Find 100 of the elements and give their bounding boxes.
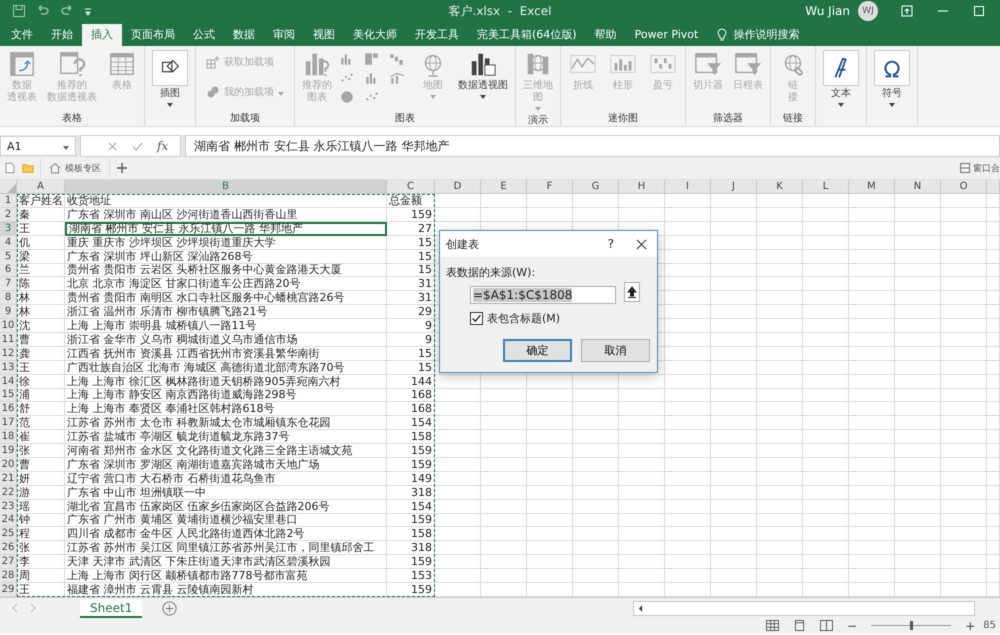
ribbon-tab[interactable]: 文件	[2, 24, 42, 46]
row-header[interactable]: 27	[0, 555, 17, 570]
page-layout-icon[interactable]	[793, 620, 806, 631]
normal-view-icon[interactable]	[766, 620, 780, 631]
column-header[interactable]: G	[573, 180, 619, 194]
lightbulb-icon[interactable]	[717, 28, 728, 42]
row-header[interactable]: 12	[0, 346, 17, 361]
ribbon-options-icon[interactable]	[900, 4, 914, 18]
save-icon[interactable]	[12, 4, 26, 18]
merge-windows-label[interactable]: 窗口合	[973, 162, 1000, 174]
row-header[interactable]: 10	[0, 319, 17, 334]
zoom-out-button[interactable]: −	[847, 618, 858, 632]
ribbon-tab[interactable]: 数据	[224, 24, 264, 46]
window-icon[interactable]	[959, 162, 971, 174]
ribbon-button[interactable]: 数据透视图	[455, 48, 511, 101]
chart-type-icon[interactable]	[364, 52, 380, 66]
zoom-in-button[interactable]: +	[965, 618, 976, 632]
column-header[interactable]: N	[895, 180, 941, 194]
zoom-percent[interactable]: 85	[983, 620, 996, 631]
row-header[interactable]: 7	[0, 277, 17, 292]
ribbon-tab[interactable]: 开始	[42, 24, 82, 46]
range-field[interactable]: =$A$1:$C$1808	[470, 286, 616, 304]
tell-me-search[interactable]: 操作说明搜索	[729, 24, 808, 46]
new-file-icon[interactable]	[4, 162, 16, 174]
maximize-icon[interactable]	[972, 4, 986, 18]
add-sheet-icon[interactable]	[162, 600, 178, 616]
row-header[interactable]: 17	[0, 416, 17, 430]
row-header[interactable]: 23	[0, 500, 17, 514]
column-header[interactable]: D	[435, 180, 481, 194]
chart-type-icon[interactable]	[339, 90, 355, 104]
row-header[interactable]: 6	[0, 263, 17, 278]
checkbox[interactable]	[470, 312, 483, 325]
plus-icon[interactable]	[116, 162, 128, 174]
column-header[interactable]: F	[527, 180, 573, 194]
customize-icon[interactable]	[84, 6, 92, 16]
row-header[interactable]: 19	[0, 444, 17, 458]
scroll-right-icon[interactable]	[30, 604, 36, 612]
user-avatar[interactable]: WJ	[858, 1, 878, 21]
close-icon[interactable]	[636, 238, 647, 250]
scroll-left-icon[interactable]	[638, 604, 643, 612]
row-header[interactable]: 22	[0, 486, 17, 500]
ribbon-tab[interactable]: 美化大师	[344, 24, 406, 46]
insert-function-button[interactable]: fx	[157, 139, 168, 153]
row-header[interactable]: 25	[0, 527, 17, 542]
horizontal-scrollbar[interactable]	[633, 600, 975, 616]
column-header[interactable]: M	[849, 180, 895, 194]
document-tab[interactable]: 模板专区	[40, 158, 110, 178]
row-header[interactable]: 18	[0, 430, 17, 444]
row-header[interactable]: 28	[0, 569, 17, 584]
row-header[interactable]: 16	[0, 402, 17, 416]
row-header[interactable]: 26	[0, 541, 17, 556]
row-header[interactable]: 8	[0, 291, 17, 306]
column-header[interactable]: C	[387, 180, 435, 194]
dialog-button[interactable]: 确定	[503, 339, 572, 362]
help-button[interactable]: ?	[608, 237, 614, 251]
row-header[interactable]: 29	[0, 582, 17, 597]
column-header[interactable]: J	[711, 180, 757, 194]
ribbon-tab[interactable]: 公式	[184, 24, 224, 46]
row-header[interactable]: 21	[0, 472, 17, 486]
collapse-dialog-icon[interactable]	[624, 282, 640, 302]
column-header[interactable]: I	[665, 180, 711, 194]
formula-input[interactable]: 湖南省 郴州市 安仁县 永乐江镇八一路 华邦地产	[185, 135, 1000, 157]
ribbon-tab[interactable]: 页面布局	[122, 24, 184, 46]
page-break-icon[interactable]	[820, 620, 834, 631]
column-header[interactable]: K	[757, 180, 803, 194]
table-cell: 林	[17, 291, 65, 306]
row-header[interactable]: 2	[0, 208, 17, 222]
row-header[interactable]: 3	[0, 222, 17, 236]
ribbon-tab[interactable]: 开发工具	[406, 24, 468, 46]
row-header[interactable]: 1	[0, 194, 17, 208]
ribbon-tab[interactable]: 审阅	[264, 24, 304, 46]
row-header[interactable]: 14	[0, 374, 17, 389]
cancel-icon[interactable]	[107, 140, 118, 152]
ribbon-tab[interactable]: 插入	[82, 24, 122, 46]
row-header[interactable]: 24	[0, 513, 17, 528]
row-header[interactable]: 9	[0, 305, 17, 320]
ribbon-tab[interactable]: 完美工具箱(64位版)	[468, 24, 586, 46]
column-header[interactable]: H	[619, 180, 665, 194]
sheet-tab[interactable]: Sheet1	[80, 598, 142, 618]
row-header[interactable]: 11	[0, 332, 17, 347]
column-header[interactable]: E	[481, 180, 527, 194]
chart-type-icon[interactable]	[389, 71, 405, 85]
row-header[interactable]: 20	[0, 458, 17, 472]
check-icon[interactable]	[132, 140, 143, 152]
row-header[interactable]: 4	[0, 236, 17, 250]
column-header[interactable]: L	[803, 180, 849, 194]
ribbon-tab[interactable]: 视图	[304, 24, 344, 46]
zoom-thumb[interactable]	[910, 621, 914, 630]
checkbox-label[interactable]: 表包含标题(M)	[487, 311, 560, 326]
column-header[interactable]: O	[941, 180, 987, 194]
ribbon-tab[interactable]: 帮助	[586, 24, 626, 46]
ribbon-tab[interactable]: Power Pivot	[626, 24, 708, 46]
folder-icon[interactable]	[22, 162, 34, 174]
dialog-button[interactable]: 取消	[581, 339, 650, 362]
name-box[interactable]: A1	[0, 136, 76, 156]
chart-type-icon[interactable]	[389, 52, 405, 66]
row-header[interactable]: 5	[0, 250, 17, 264]
row-header[interactable]: 13	[0, 360, 17, 375]
row-header[interactable]: 15	[0, 388, 17, 402]
column-header[interactable]: B	[65, 180, 387, 194]
